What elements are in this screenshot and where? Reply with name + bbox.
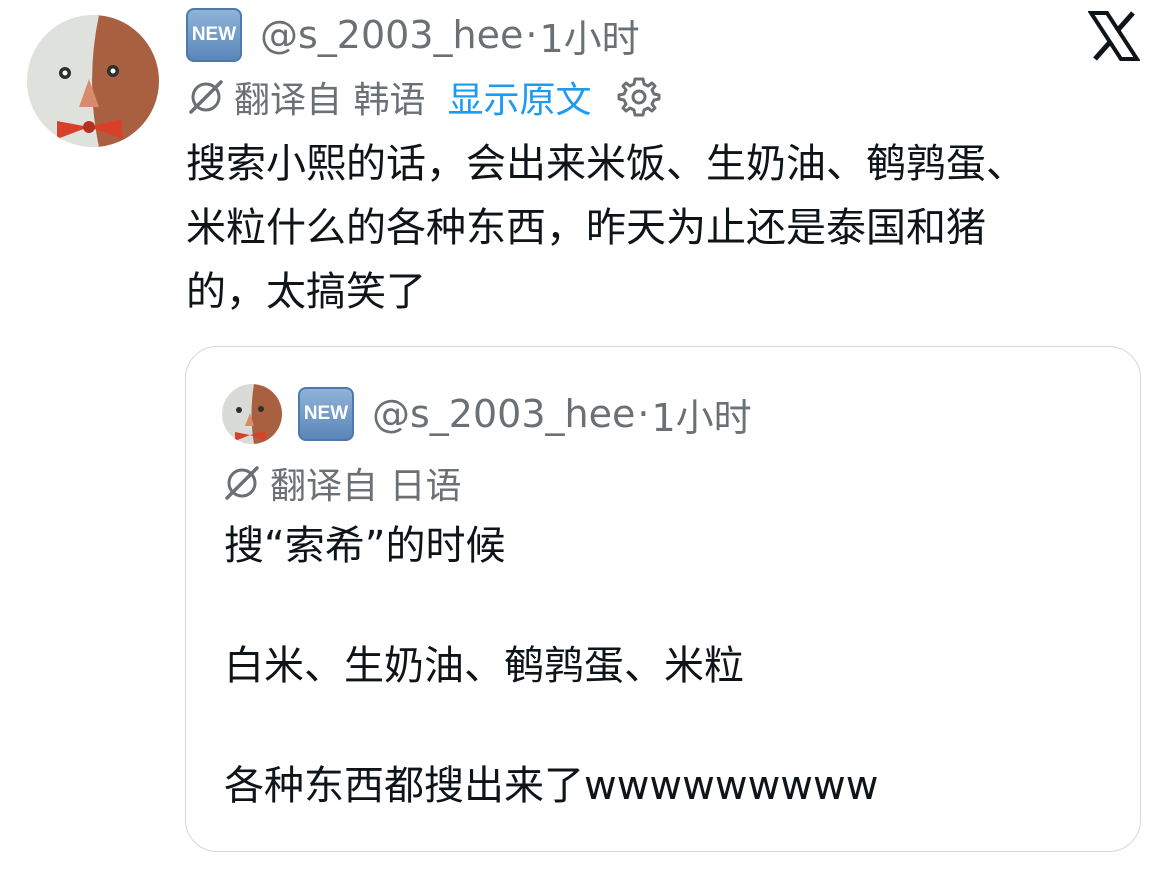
new-badge-label: NEW xyxy=(303,403,349,424)
separator-dot: · xyxy=(525,13,538,57)
translate-icon xyxy=(225,466,259,500)
quoted-tweet-body: 搜“索希”的时候 白米、生奶油、鹌鹑蛋、米粒 各种东西都搜出来了wwwwwwww… xyxy=(224,515,1104,817)
new-badge: NEW xyxy=(186,8,242,62)
quoted-user-handle[interactable]: @s_2003_hee xyxy=(372,392,635,436)
new-badge-label: NEW xyxy=(191,24,237,45)
avatar[interactable] xyxy=(27,15,159,147)
gear-icon[interactable] xyxy=(617,75,661,119)
avatar-image xyxy=(27,15,159,147)
quoted-timestamp: 1小时 xyxy=(651,395,752,440)
tweet: NEW @s_2003_hee · 1小时 翻译自 韩语 显示原文 搜索小熙的话… xyxy=(0,0,1169,877)
x-logo-icon[interactable] xyxy=(1088,10,1140,62)
translation-row: 翻译自 韩语 显示原文 xyxy=(186,72,661,122)
quoted-translation-label: 翻译自 日语 xyxy=(270,466,462,507)
quoted-body-line: 搜“索希”的时候 xyxy=(224,523,506,569)
tweet-body-line: 米粒什么的各种东西，昨天为止还是泰国和猪 xyxy=(186,205,986,251)
quoted-body-line: 白米、生奶油、鹌鹑蛋、米粒 xyxy=(224,643,744,689)
user-handle[interactable]: @s_2003_hee xyxy=(260,13,523,57)
tweet-body-line: 的，太搞笑了 xyxy=(186,269,426,315)
tweet-header: NEW @s_2003_hee · 1小时 xyxy=(186,8,640,62)
show-original-link[interactable]: 显示原文 xyxy=(447,71,591,123)
translate-icon xyxy=(189,80,223,114)
tweet-body-line: 搜索小熙的话，会出来米饭、生奶油、鹌鹑蛋、 xyxy=(186,141,1026,187)
timestamp[interactable]: 1小时 xyxy=(539,8,639,63)
translation-label: 翻译自 韩语 xyxy=(234,80,426,121)
tweet-body: 搜索小熙的话，会出来米饭、生奶油、鹌鹑蛋、 米粒什么的各种东西，昨天为止还是泰国… xyxy=(186,132,1146,324)
new-badge: NEW xyxy=(298,387,354,441)
quoted-avatar[interactable] xyxy=(222,384,282,444)
quoted-translation-row: 翻译自 日语 xyxy=(222,459,461,507)
quoted-body-line: 各种东西都搜出来了wwwwwwwww xyxy=(224,763,879,809)
quoted-tweet-header: NEW @s_2003_hee · 1小时 xyxy=(222,384,752,444)
separator-dot: · xyxy=(637,392,650,436)
quoted-tweet-card[interactable]: NEW @s_2003_hee · 1小时 翻译自 日语 搜“索希”的时候 白米… xyxy=(185,346,1141,852)
quoted-avatar-image xyxy=(222,384,282,444)
